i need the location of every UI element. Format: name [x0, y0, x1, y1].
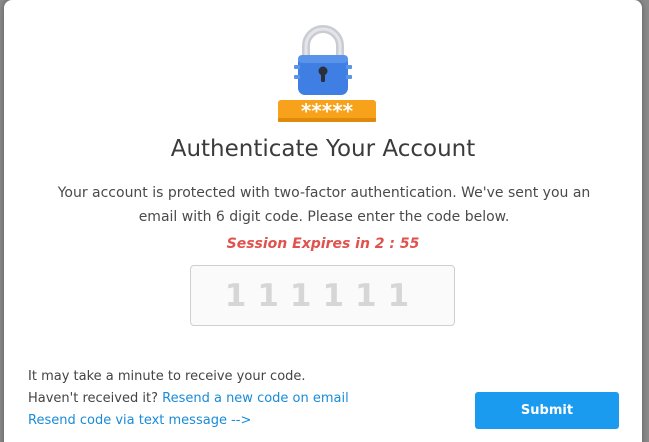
not-received-row: Haven't received it? Resend a new code o…	[28, 388, 349, 410]
resend-email-link[interactable]: Resend a new code on email	[162, 391, 349, 406]
not-received-text: Haven't received it?	[28, 391, 158, 406]
page-title: Authenticate Your Account	[170, 136, 476, 162]
submit-button[interactable]: Submit	[475, 392, 619, 429]
lock-badge-text: *****	[301, 99, 354, 123]
help-text: It may take a minute to receive your cod…	[28, 366, 349, 432]
verification-code-input[interactable]	[190, 265, 455, 326]
resend-text-link[interactable]: Resend code via text message -->	[28, 413, 251, 428]
description-text: Your account is protected with two-facto…	[57, 185, 591, 225]
info-text: It may take a minute to receive your cod…	[28, 369, 306, 384]
authentication-dialog: ***** Authenticate Your Account Your acc…	[4, 0, 642, 442]
session-expiry-timer: Session Expires in 2 : 55	[226, 236, 420, 252]
padlock-icon: *****	[278, 25, 376, 123]
